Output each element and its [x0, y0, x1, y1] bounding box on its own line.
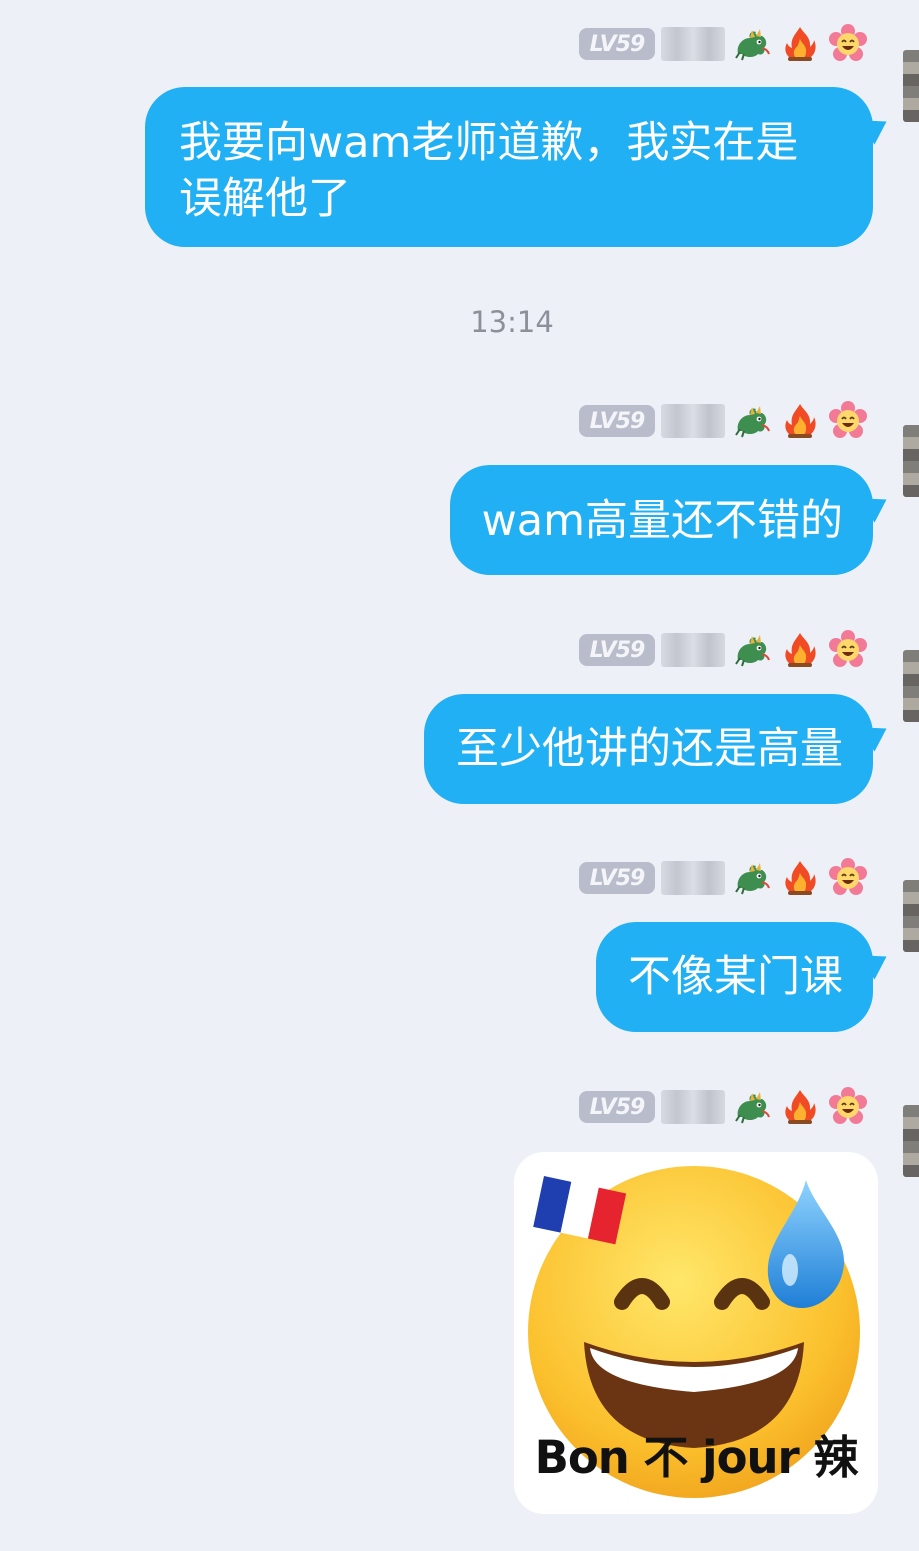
level-badge: LV59 — [579, 1091, 655, 1123]
smiling-flower-icon — [827, 857, 869, 899]
sticker-caption: Bon 不 jour 辣 — [534, 1431, 859, 1484]
smiling-flower-icon — [827, 23, 869, 65]
avatar[interactable] — [903, 650, 919, 722]
avatar[interactable] — [903, 50, 919, 122]
message-text: 至少他讲的还是高量 — [456, 724, 843, 774]
message-text: 我要向wam老师道歉，我实在是误解他了 — [179, 118, 799, 224]
message-bubble[interactable]: wam高量还不错的 — [449, 465, 873, 575]
sender-name-blurred[interactable] — [661, 633, 725, 667]
fire-icon — [779, 400, 821, 442]
message-text: wam高量还不错的 — [481, 496, 843, 546]
message-header: LV59 — [579, 858, 869, 898]
dragon-icon — [731, 23, 773, 65]
message-header: LV59 — [579, 1087, 869, 1127]
fire-icon — [779, 23, 821, 65]
sender-name-blurred[interactable] — [661, 861, 725, 895]
level-badge: LV59 — [579, 28, 655, 60]
fire-icon — [779, 857, 821, 899]
message-text: 不像某门课 — [628, 952, 843, 1002]
message-header: LV59 — [579, 630, 869, 670]
dragon-icon — [731, 857, 773, 899]
sender-name-blurred[interactable] — [661, 1090, 725, 1124]
avatar[interactable] — [903, 880, 919, 952]
message-header: LV59 — [579, 24, 869, 64]
avatar[interactable] — [903, 1105, 919, 1177]
sender-name-blurred[interactable] — [661, 404, 725, 438]
dragon-icon — [731, 1086, 773, 1128]
level-badge: LV59 — [579, 862, 655, 894]
smiling-flower-icon — [827, 1086, 869, 1128]
level-badge: LV59 — [579, 634, 655, 666]
avatar[interactable] — [903, 425, 919, 497]
message-bubble[interactable]: 我要向wam老师道歉，我实在是误解他了 — [145, 87, 873, 247]
level-badge: LV59 — [579, 405, 655, 437]
fire-icon — [779, 1086, 821, 1128]
timestamp: 13:14 — [470, 305, 554, 339]
french-flag-icon — [533, 1176, 627, 1245]
fire-icon — [779, 629, 821, 671]
sender-name-blurred[interactable] — [661, 27, 725, 61]
message-bubble[interactable]: 不像某门课 — [596, 922, 873, 1032]
dragon-icon — [731, 400, 773, 442]
sticker-message[interactable]: Bon 不 jour 辣 — [514, 1152, 878, 1514]
smiling-flower-icon — [827, 400, 869, 442]
message-bubble[interactable]: 至少他讲的还是高量 — [424, 694, 873, 804]
message-header: LV59 — [579, 401, 869, 441]
smiling-flower-icon — [827, 629, 869, 671]
dragon-icon — [731, 629, 773, 671]
